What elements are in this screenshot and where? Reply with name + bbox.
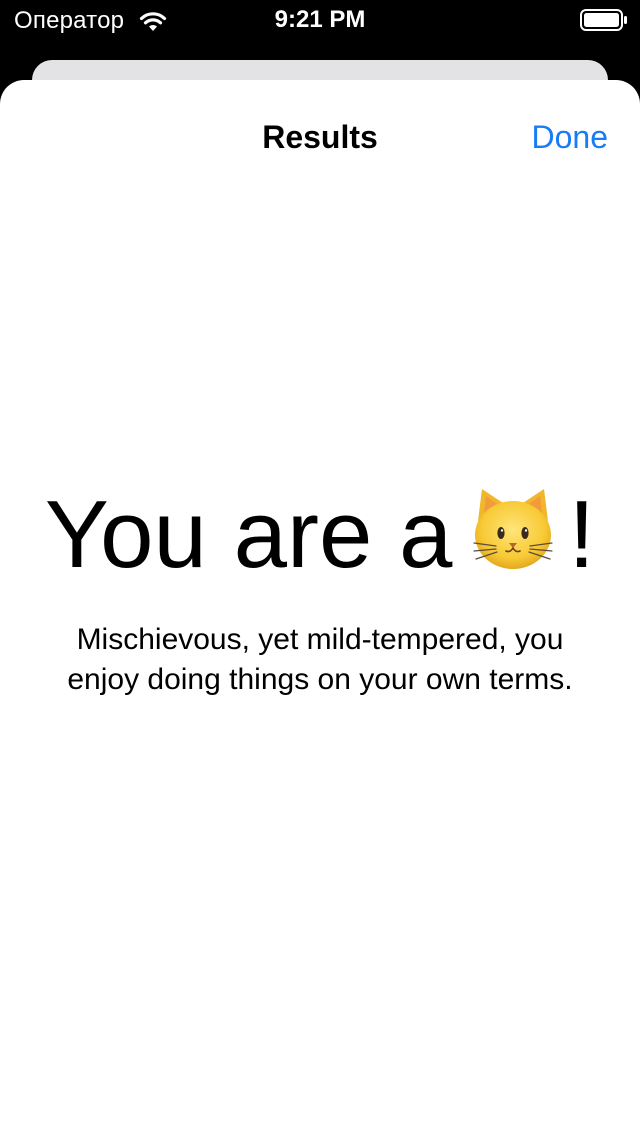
- results-sheet: Results Done You are a ! Mischievous, ye…: [0, 80, 640, 1136]
- result-heading-suffix: !: [568, 481, 596, 588]
- status-bar: Оператор 9:21 PM: [0, 0, 640, 40]
- screen: Оператор 9:21 PM Results Done You are a: [0, 0, 640, 1136]
- battery-icon: [580, 9, 627, 31]
- status-time: 9:21 PM: [274, 6, 366, 33]
- cat-face-icon: [473, 489, 554, 569]
- result-heading: You are a !: [0, 480, 640, 590]
- result-description: Mischievous, yet mild-tempered, you enjo…: [67, 623, 573, 696]
- done-button[interactable]: Done: [532, 119, 609, 155]
- result-heading-prefix: You are a: [44, 481, 453, 588]
